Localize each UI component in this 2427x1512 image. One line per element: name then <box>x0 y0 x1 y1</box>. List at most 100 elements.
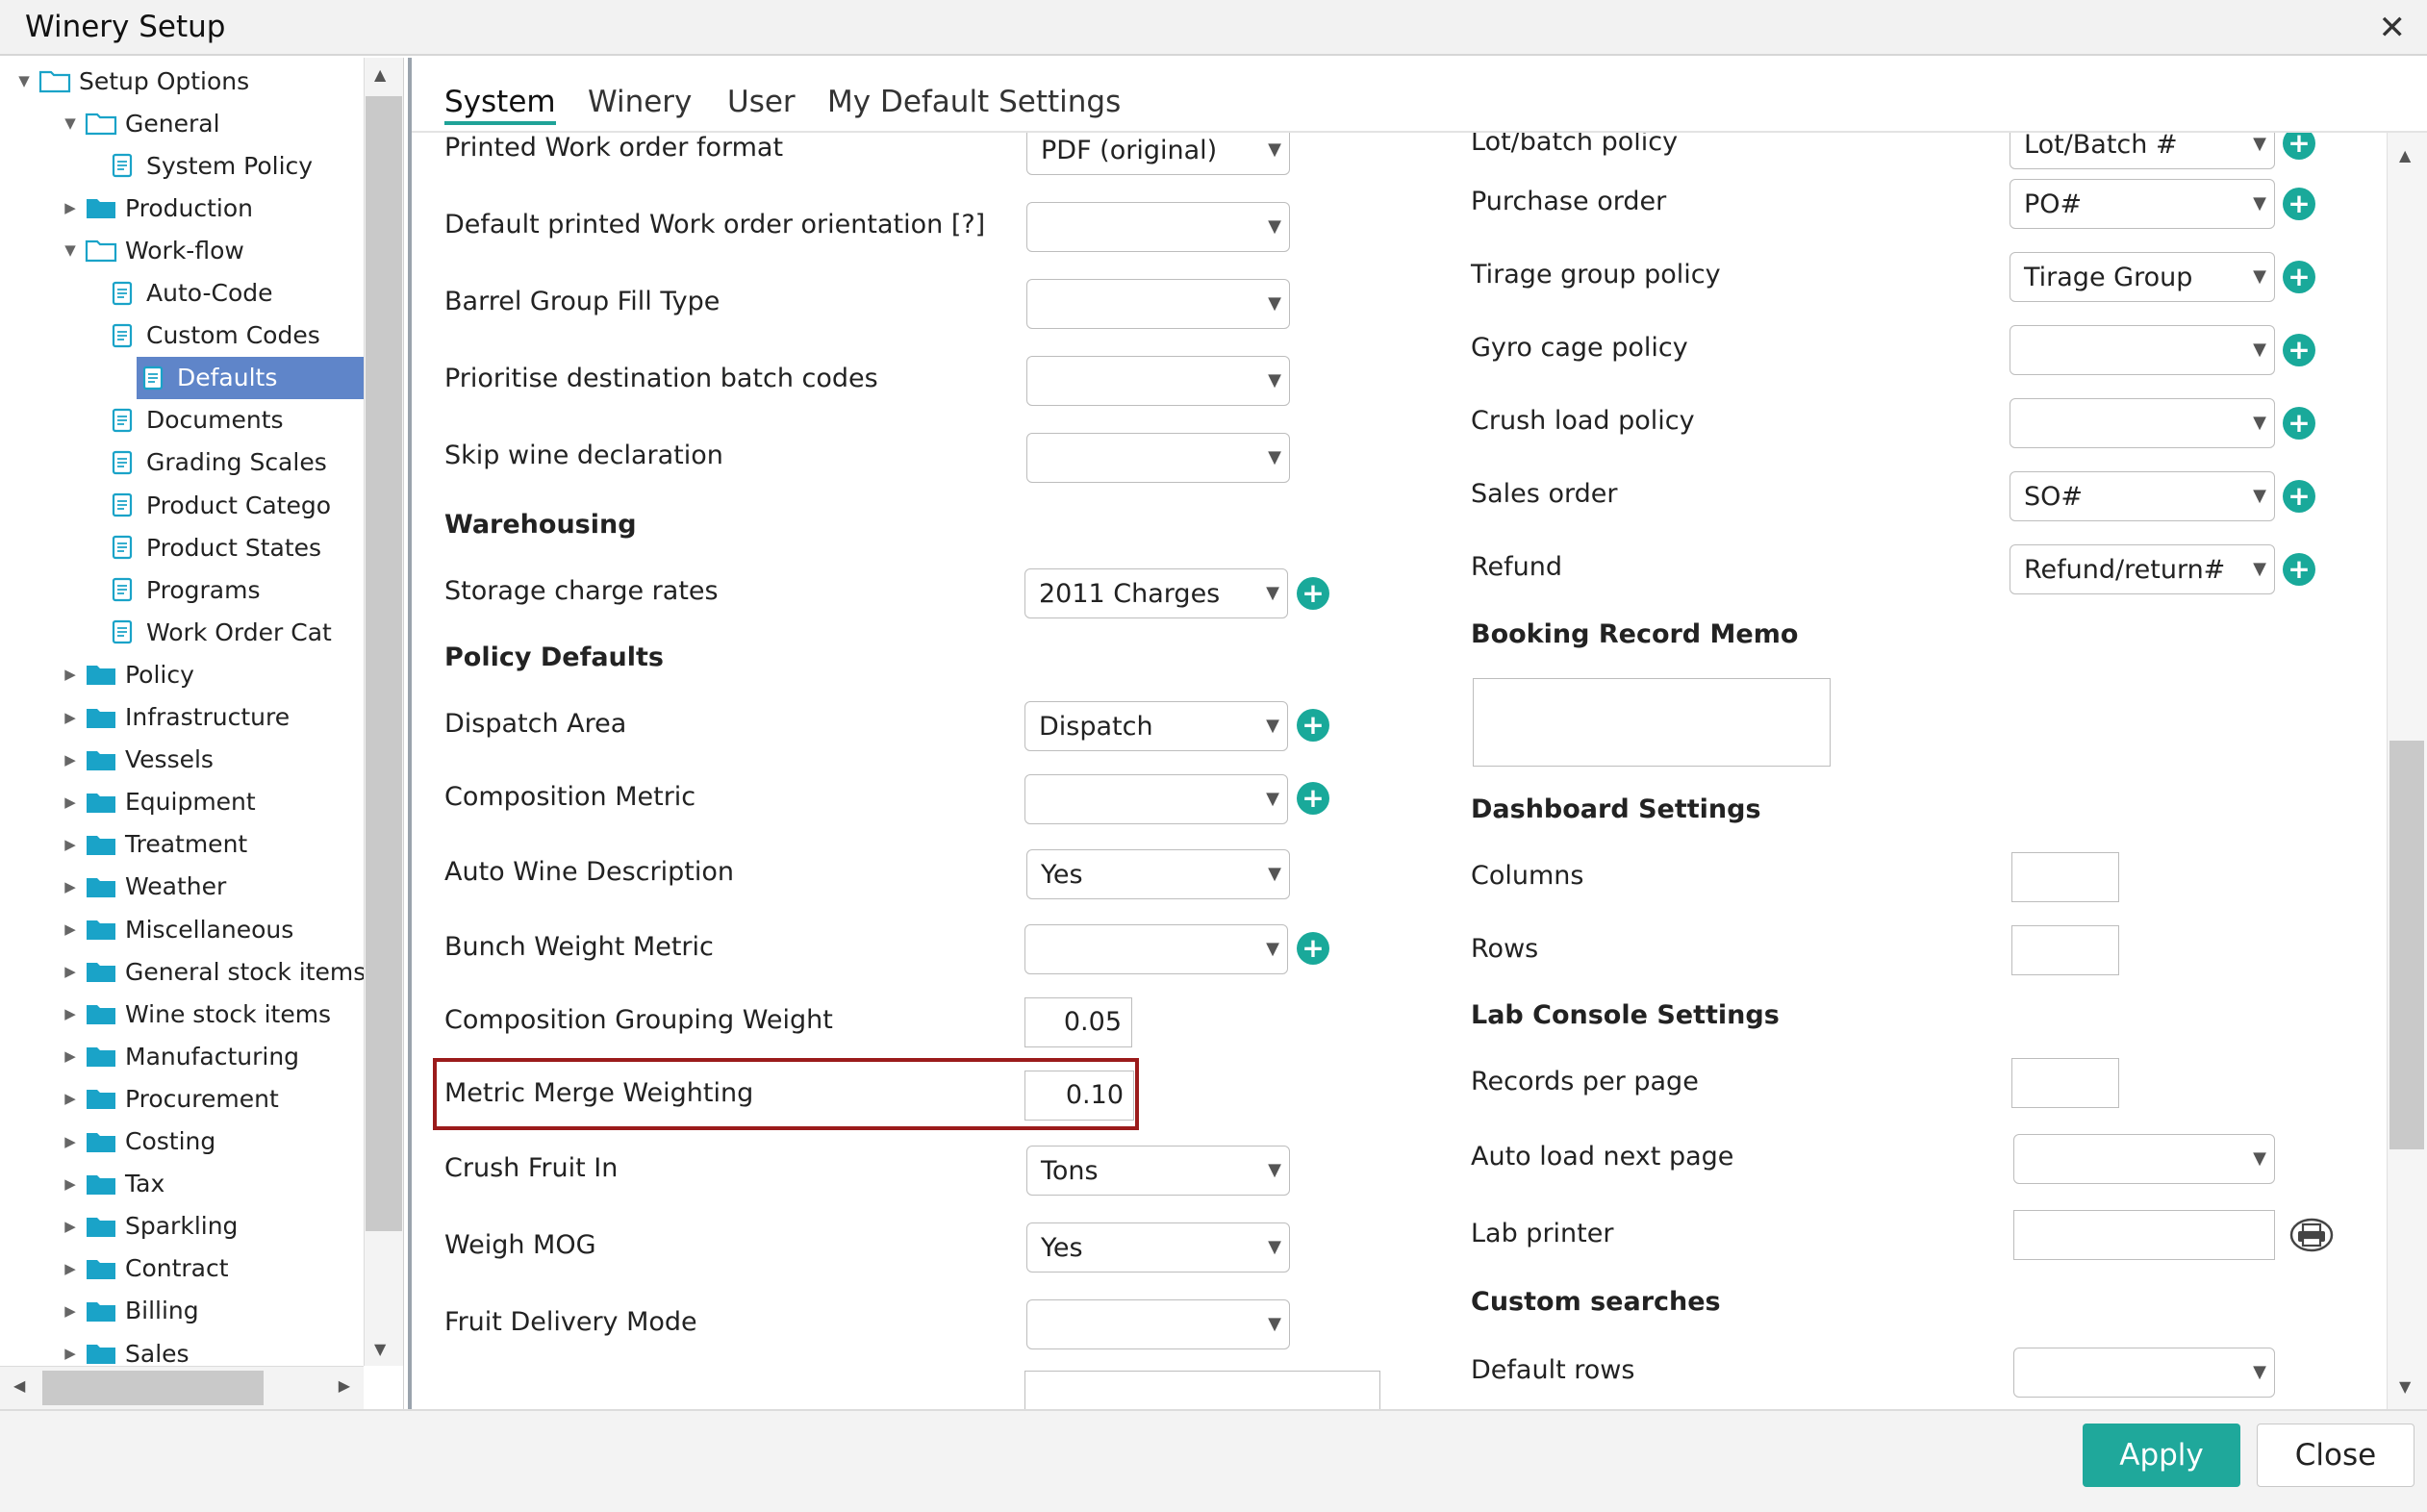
tirage-group-select[interactable]: Tirage Group ▼ <box>2010 252 2275 302</box>
add-tirage-group-button[interactable]: + <box>2283 261 2315 293</box>
expand-arrow-icon[interactable]: ▶ <box>56 1218 85 1235</box>
tree-item[interactable]: ▶ Weather <box>56 866 226 908</box>
skip-wine-decl-select[interactable]: ▼ <box>1026 433 1290 483</box>
tree-horizontal-scrollbar[interactable]: ◀ ▶ <box>0 1366 364 1409</box>
tree-item[interactable]: Product States <box>106 526 321 568</box>
scroll-right-icon[interactable]: ▶ <box>339 1376 350 1395</box>
purchase-order-select[interactable]: PO# ▼ <box>2010 179 2275 229</box>
tree-item[interactable]: ▶ Costing <box>56 1121 215 1163</box>
dispatch-area-select[interactable]: Dispatch ▼ <box>1024 701 1288 751</box>
scrollbar-thumb[interactable] <box>366 96 402 1231</box>
tree-item[interactable]: ▶ Policy <box>56 653 194 695</box>
expand-arrow-icon[interactable]: ▶ <box>56 751 85 769</box>
gyro-cage-select[interactable]: ▼ <box>2010 325 2275 375</box>
expand-arrow-icon[interactable]: ▶ <box>56 878 85 895</box>
add-crush-load-button[interactable]: + <box>2283 407 2315 440</box>
expand-arrow-icon[interactable]: ▶ <box>56 836 85 853</box>
close-button[interactable]: Close <box>2257 1424 2414 1487</box>
tree-item[interactable]: ▼ Setup Options <box>10 60 249 102</box>
composition-grouping-input[interactable]: 0.05 <box>1024 997 1132 1047</box>
scroll-left-icon[interactable]: ◀ <box>13 1376 25 1395</box>
tree-item[interactable]: Custom Codes <box>106 315 320 357</box>
wo-orientation-select[interactable]: ▼ <box>1026 202 1290 252</box>
tab-winery[interactable]: Winery <box>588 85 692 119</box>
scrollbar-thumb[interactable] <box>42 1371 264 1405</box>
expand-arrow-icon[interactable]: ▶ <box>56 1260 85 1277</box>
tab-my-default-settings[interactable]: My Default Settings <box>827 85 1121 119</box>
tree-vertical-scrollbar[interactable]: ▲ ▼ <box>364 58 403 1366</box>
tree-item[interactable]: ▶ Infrastructure <box>56 696 290 739</box>
expand-arrow-icon[interactable]: ▶ <box>56 1047 85 1065</box>
add-bunch-weight-metric-button[interactable]: + <box>1297 932 1329 965</box>
sales-order-select[interactable]: SO# ▼ <box>2010 471 2275 521</box>
expand-arrow-icon[interactable]: ▶ <box>56 709 85 726</box>
expand-arrow-icon[interactable]: ▶ <box>56 1133 85 1150</box>
tree-item[interactable]: ▶ Vessels <box>56 739 214 781</box>
refund-select[interactable]: Refund/return# ▼ <box>2010 544 2275 594</box>
barrel-fill-type-select[interactable]: ▼ <box>1026 279 1290 329</box>
add-storage-rate-button[interactable]: + <box>1297 577 1329 610</box>
tree-item[interactable]: ▶ Equipment <box>56 781 256 823</box>
printer-icon[interactable] <box>2288 1216 2335 1254</box>
add-dispatch-area-button[interactable]: + <box>1297 709 1329 742</box>
booking-memo-textarea[interactable] <box>1473 678 1831 767</box>
tree-item[interactable]: ▶ Billing <box>56 1290 198 1332</box>
default-rows-select[interactable]: ▼ <box>2013 1348 2275 1398</box>
fruit-delivery-select[interactable]: ▼ <box>1026 1299 1290 1349</box>
storage-rates-select[interactable]: 2011 Charges ▼ <box>1024 568 1288 618</box>
tree-item[interactable]: Programs <box>106 568 261 611</box>
expand-arrow-icon[interactable]: ▶ <box>56 1302 85 1320</box>
tree-item[interactable]: ▼ General <box>56 102 219 144</box>
tree-item[interactable]: ▶ Wine stock items <box>56 993 331 1035</box>
expand-arrow-icon[interactable]: ▶ <box>56 963 85 980</box>
weigh-mog-select[interactable]: Yes ▼ <box>1026 1222 1290 1273</box>
expand-arrow-icon[interactable]: ▶ <box>56 1175 85 1193</box>
auto-load-next-select[interactable]: ▼ <box>2013 1134 2275 1184</box>
tree-item[interactable]: Documents <box>106 399 284 441</box>
expand-arrow-icon[interactable]: ▶ <box>56 1090 85 1107</box>
scroll-up-icon[interactable]: ▲ <box>2399 146 2411 164</box>
crush-fruit-in-select[interactable]: Tons ▼ <box>1026 1146 1290 1196</box>
collapse-arrow-icon[interactable]: ▼ <box>56 114 85 132</box>
tree-item[interactable]: ▶ Miscellaneous <box>56 908 293 950</box>
columns-input[interactable] <box>2011 852 2119 902</box>
tree-item[interactable]: ▶ Manufacturing <box>56 1035 299 1077</box>
tree-item[interactable]: ▶ Tax <box>56 1163 164 1205</box>
tree-item[interactable]: Defaults <box>137 356 364 399</box>
expand-arrow-icon[interactable]: ▶ <box>56 1005 85 1022</box>
tree-item[interactable]: ▶ Production <box>56 187 253 229</box>
tree-item[interactable]: ▼ Work-flow <box>56 229 244 271</box>
apply-button[interactable]: Apply <box>2083 1424 2240 1487</box>
expand-arrow-icon[interactable]: ▶ <box>56 794 85 811</box>
collapse-arrow-icon[interactable]: ▼ <box>10 72 38 89</box>
tree-item[interactable]: System Policy <box>106 144 313 187</box>
tab-user[interactable]: User <box>727 85 796 119</box>
tree-item[interactable]: ▶ General stock items <box>56 950 364 993</box>
tree-item[interactable]: ▶ Contract <box>56 1247 228 1290</box>
tree-item[interactable]: ▶ Treatment <box>56 823 247 866</box>
tree-item[interactable]: Work Order Cat <box>106 611 332 653</box>
tree-item[interactable]: ▶ Sparkling <box>56 1205 238 1247</box>
add-sales-order-button[interactable]: + <box>2283 480 2315 513</box>
scroll-down-icon[interactable]: ▼ <box>2399 1377 2411 1396</box>
settings-vertical-scrollbar[interactable]: ▲ ▼ <box>2387 133 2427 1409</box>
expand-arrow-icon[interactable]: ▶ <box>56 920 85 938</box>
tree-item[interactable]: ▶ Sales <box>56 1332 189 1367</box>
add-purchase-order-button[interactable]: + <box>2283 188 2315 220</box>
bunch-weight-metric-select[interactable]: ▼ <box>1024 924 1288 974</box>
add-refund-button[interactable]: + <box>2283 553 2315 586</box>
tree-item[interactable]: Product Catego <box>106 484 331 526</box>
metric-merge-input[interactable]: 0.10 <box>1024 1071 1134 1121</box>
scrollbar-thumb[interactable] <box>2389 741 2424 1149</box>
scroll-down-icon[interactable]: ▼ <box>374 1340 386 1358</box>
expand-arrow-icon[interactable]: ▶ <box>56 199 85 216</box>
next-field-input[interactable] <box>1024 1371 1380 1409</box>
collapse-arrow-icon[interactable]: ▼ <box>56 241 85 259</box>
auto-wine-desc-select[interactable]: Yes ▼ <box>1026 849 1290 899</box>
composition-metric-select[interactable]: ▼ <box>1024 774 1288 824</box>
add-composition-metric-button[interactable]: + <box>1297 782 1329 815</box>
expand-arrow-icon[interactable]: ▶ <box>56 1345 85 1362</box>
expand-arrow-icon[interactable]: ▶ <box>56 666 85 683</box>
add-gyro-cage-button[interactable]: + <box>2283 334 2315 366</box>
tree-item[interactable]: Grading Scales <box>106 441 327 484</box>
